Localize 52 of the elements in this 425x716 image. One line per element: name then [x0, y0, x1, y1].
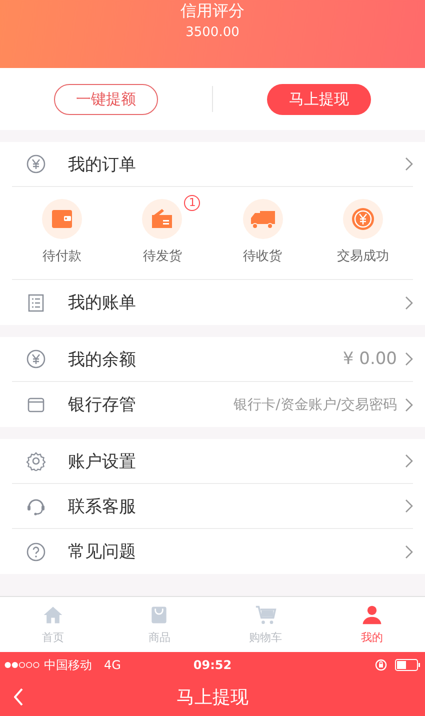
chevron-icon — [405, 352, 413, 366]
menu-row[interactable]: 银行存管 银行卡/资金账户/交易密码 — [12, 382, 413, 427]
chevron-icon — [405, 296, 413, 310]
chevron-icon — [405, 544, 413, 558]
menu-row[interactable]: 我的余额 ¥ 0.00 — [12, 337, 413, 382]
chevron-icon — [405, 398, 413, 412]
action-button[interactable]: 一键提额 — [54, 84, 158, 114]
person-icon — [360, 604, 383, 626]
clock-time: 09:52 — [193, 658, 232, 672]
rotation-lock-icon — [375, 659, 387, 671]
truck-icon[interactable] — [242, 199, 283, 239]
menu-row[interactable]: 我的订单 — [12, 142, 413, 187]
status-label: 待发货 — [142, 248, 182, 265]
credit-score-title: 信用评分 — [180, 1, 244, 21]
coin-icon[interactable] — [342, 199, 383, 239]
signal-icon — [4, 661, 40, 669]
row-label: 我的账单 — [68, 292, 137, 314]
list-icon — [26, 292, 46, 312]
row-label: 我的订单 — [68, 154, 137, 176]
chevron-icon — [405, 157, 413, 171]
battery-icon — [395, 659, 421, 671]
headset-icon — [26, 496, 46, 516]
wallet-icon[interactable] — [42, 199, 82, 239]
carrier-name: 中国移动 — [44, 656, 92, 674]
chevron-icon — [405, 454, 413, 468]
credit-score-amount: 3500.00 — [186, 25, 240, 40]
status-label: 待收货 — [243, 248, 282, 265]
box-icon[interactable] — [142, 199, 182, 239]
row-label: 账户设置 — [68, 450, 137, 472]
row-value: 银行卡/资金账户/交易密码 — [234, 396, 397, 414]
nav-title: 马上提现 — [176, 686, 248, 709]
row-label: 我的余额 — [68, 348, 137, 370]
gear-icon — [26, 451, 46, 471]
row-value: ¥ 0.00 — [342, 349, 397, 369]
home-icon — [42, 604, 64, 626]
menu-row[interactable]: 常见问题 — [12, 529, 413, 574]
row-label: 联系客服 — [68, 496, 137, 518]
count-badge: 1 — [184, 195, 200, 211]
question-icon — [26, 542, 46, 562]
row-label: 银行存管 — [68, 394, 137, 416]
status-label: 待付款 — [42, 248, 82, 265]
row-label: 常见问题 — [68, 541, 137, 563]
chevron-icon — [405, 499, 413, 513]
menu-row[interactable]: 联系客服 — [12, 484, 413, 529]
network-type: 4G — [104, 658, 121, 672]
yuan-icon — [26, 154, 46, 174]
menu-row[interactable]: 我的账单 — [12, 280, 413, 325]
yuan-icon — [26, 349, 46, 369]
cart-icon — [254, 604, 277, 626]
status-label: 交易成功 — [336, 248, 389, 265]
back-icon[interactable] — [14, 688, 24, 706]
menu-row[interactable]: 账户设置 — [12, 439, 413, 484]
